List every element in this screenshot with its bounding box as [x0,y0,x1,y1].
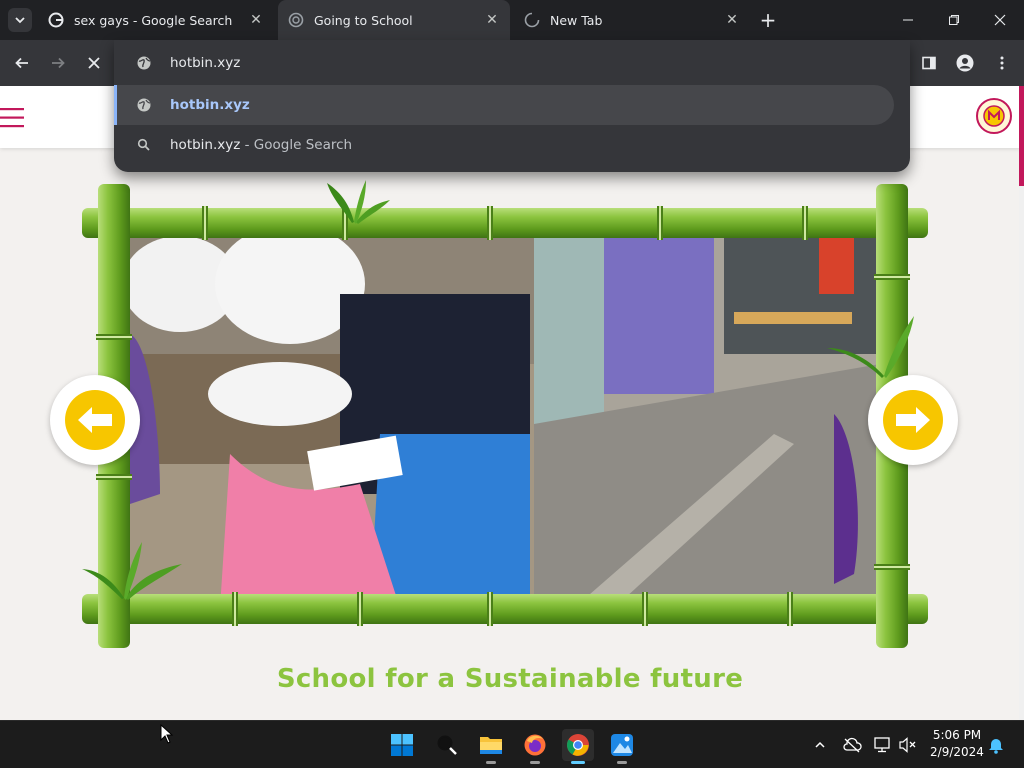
loading-spinner-icon [524,12,540,28]
omnibox-dropdown: hotbin.xyz hotbin.xyz hotbin.xyz - Googl… [114,40,910,172]
photos-icon [611,734,633,756]
restore-icon [949,15,959,25]
restore-button[interactable] [942,10,966,30]
clock-date: 2/9/2024 [930,745,984,759]
address-input[interactable]: hotbin.xyz [170,55,240,71]
volume-muted-icon [899,737,916,753]
slide-photo-street [534,234,880,608]
profile-icon [956,54,974,72]
suggestion-query: hotbin.xyz [170,137,241,153]
notifications-button[interactable] [986,735,1006,755]
side-panel-icon [922,56,936,70]
site-logo[interactable] [974,96,1014,136]
close-icon [88,57,100,69]
back-button[interactable] [7,48,37,78]
address-bar[interactable]: hotbin.xyz [114,44,910,82]
plus-icon: + [759,8,777,32]
going-to-school-logo-icon [976,98,1012,134]
street-photo [534,234,880,608]
mouse-cursor-icon [160,724,174,744]
taskbar-file-explorer[interactable] [475,729,507,764]
arrow-left-icon [65,390,125,450]
taskbar-chrome[interactable] [562,729,594,764]
minimize-icon [903,19,913,21]
tab-title: sex gays - Google Search [74,12,233,28]
file-explorer-icon [480,737,502,754]
minimize-button[interactable] [896,10,920,30]
tagline-heading: School for a Sustainable future [276,664,744,694]
firefox-icon [524,734,546,756]
close-tab-icon[interactable]: ✕ [248,12,264,28]
close-tab-icon[interactable]: ✕ [484,12,500,28]
tab-title: Going to School [314,12,413,28]
tab-search-button[interactable] [8,8,32,32]
start-button[interactable] [386,729,418,761]
site-icon [288,12,304,28]
windows-taskbar: 5:06 PM 2/9/2024 [0,720,1024,768]
profile-button[interactable] [950,48,980,78]
browser-menu-button[interactable] [987,48,1017,78]
suggestion-text: hotbin.xyz - Google Search [170,137,352,153]
bamboo-leaves-icon [82,542,182,600]
new-tab-button[interactable]: + [756,8,780,32]
suggestion-search[interactable]: hotbin.xyz - Google Search [114,125,894,165]
network-icon [874,737,890,753]
tab-going-to-school[interactable]: Going to School ✕ [278,0,510,40]
tab-new-tab[interactable]: New Tab ✕ [514,0,750,40]
globe-icon [137,56,151,70]
hamburger-icon [0,108,24,128]
windows-start-icon [391,734,413,756]
close-tab-icon[interactable]: ✕ [724,12,740,28]
chrome-icon [567,734,589,756]
bell-icon [989,739,1003,754]
forward-button[interactable] [43,48,73,78]
tab-search[interactable]: sex gays - Google Search ✕ [38,0,274,40]
slider-next-button[interactable] [868,375,958,465]
search-icon [437,735,457,755]
kebab-menu-icon [1000,56,1004,70]
close-window-button[interactable] [988,10,1012,30]
page-scrollbar-thumb[interactable] [1019,86,1024,186]
stop-loading-button[interactable] [79,48,109,78]
tab-strip: sex gays - Google Search ✕ Going to Scho… [0,0,1024,40]
image-slider [50,180,958,648]
volume-tray-button[interactable] [898,735,918,755]
show-hidden-icons-button[interactable] [810,735,830,755]
taskbar-firefox[interactable] [519,729,551,764]
chevron-up-icon [815,741,825,748]
tab-title: New Tab [550,12,603,28]
taskbar-photos[interactable] [606,729,638,764]
taskbar-clock[interactable]: 5:06 PM 2/9/2024 [922,727,992,761]
cloud-offline-icon [843,737,862,753]
slider-prev-button[interactable] [50,375,140,465]
search-icon [137,138,150,151]
network-tray-button[interactable] [873,735,893,755]
suggestion-text: hotbin.xyz [170,97,250,113]
google-icon [48,12,64,28]
suggestion-url[interactable]: hotbin.xyz [114,85,894,125]
onedrive-tray-button[interactable] [842,735,862,755]
arrow-right-icon [883,390,943,450]
close-icon [994,14,1006,26]
taskbar-search-button[interactable] [431,729,463,761]
web-page: School for a Sustainable future [0,86,1020,720]
hamburger-menu-button[interactable] [0,106,26,130]
suggestion-suffix: - Google Search [240,137,353,153]
clock-time: 5:06 PM [932,728,982,742]
bamboo-frame-top [82,206,928,240]
bamboo-frame-bottom [82,592,928,626]
arrow-left-icon [15,57,28,69]
chevron-down-icon [15,17,25,24]
bamboo-leaves-icon [327,180,390,224]
side-panel-button[interactable] [914,48,944,78]
globe-icon [137,98,151,112]
arrow-right-icon [52,57,65,69]
